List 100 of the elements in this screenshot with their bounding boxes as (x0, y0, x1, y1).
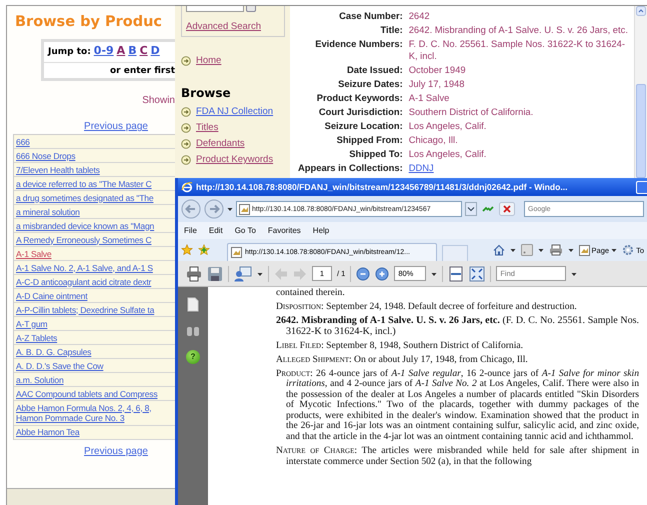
stop-icon[interactable] (499, 202, 515, 216)
list-item-link[interactable]: a device referred to as "The Master C (14, 177, 175, 191)
home-icon[interactable] (492, 244, 505, 256)
document-paragraph: Disposition: September 24, 1948. Default decree of forfeiture and destruction. (276, 302, 578, 313)
field-label: Title: (379, 24, 403, 36)
browse-link[interactable]: Defendants (196, 138, 245, 149)
document-paragraph: Alleged Shipment: On or about July 17, 1948, from Chicago, Ill. (276, 354, 529, 366)
letter-link[interactable]: 0-9 (94, 44, 114, 58)
page-icon (578, 244, 590, 256)
field-label: Date Issued: (346, 64, 403, 77)
list-item-link[interactable]: a drug sometimes designated as "The (14, 191, 175, 205)
field-value: Southern District of California. (408, 106, 534, 119)
previous-page-link[interactable]: Previous page (84, 121, 148, 132)
page-icon (239, 204, 250, 214)
field-value: 2642. Misbranding of A-1 Salve. U. S. v. 26 Jars, etc. (408, 24, 628, 36)
list-item-link[interactable]: Abbe Hamon Formula Nos. 2, 4, 6, 8, Hamon Pommade Cure No. 3 (14, 401, 175, 426)
print-icon[interactable] (186, 266, 202, 282)
zoom-in-icon[interactable] (375, 266, 390, 280)
collection-link[interactable]: DDNJ (408, 162, 628, 175)
fit-width-icon[interactable] (448, 266, 464, 282)
document-heading: 2642. Misbranding of A-1 Salve. U. S. v. 26 Jars, etc. (F. D. C. No. 25561. Sample Nos. 31622-K to 31624-K, incl.) (276, 316, 639, 338)
minimize-button[interactable] (636, 180, 647, 194)
help-button[interactable]: ? (186, 350, 200, 364)
field-label: Shipped To: (348, 148, 403, 161)
field-value: 2642 (408, 10, 431, 22)
print-icon[interactable] (548, 244, 563, 256)
caret-icon[interactable] (227, 205, 233, 213)
browse-link[interactable]: Product Keywords (196, 154, 274, 165)
caret-icon[interactable] (538, 246, 544, 254)
field-value: A-1 Salve (408, 92, 450, 105)
pages-icon[interactable] (187, 297, 199, 312)
favorites-star-icon[interactable] (181, 244, 193, 256)
list-item-link[interactable]: AAC Compound tablets and Compress (14, 387, 175, 401)
browse-link[interactable]: Titles (196, 122, 218, 133)
hint-text: or enter first (110, 66, 175, 76)
add-favorite-icon[interactable] (198, 244, 210, 256)
list-item-link[interactable]: A-1 Salve (14, 247, 175, 261)
page-icon (231, 247, 242, 258)
list-item-link[interactable]: a.m. Solution (14, 373, 175, 387)
field-label: Shipped From: (336, 134, 403, 147)
advanced-search-link[interactable]: Advanced Search (186, 21, 280, 32)
menu-item[interactable]: Favorites (268, 226, 301, 235)
document-paragraph: Product: 26 4-ounce jars of A-1 Salve regular, 16 2-ounce jars of A-1 Salve for minor skin irritations, and 4 2-ounce jars of A-1 Salve No. 2 at Los Angeles, Calif. There were also in the possession of the dealer at Los Angeles a number of placards entitled "Skin Disorders of Mycotic Infections." Two of the placards, together with dummy packages of the products, were exhibited in the dealer's window. Examination showed that the product in the 26-jar and 16-jar lots was an ointment containing sulfur, salicylic acid, and zinc oxide, and that the article in the 4-jar lot was an ointment containing tannic acid and ichthammol. (276, 368, 639, 443)
field-value: Los Angeles, Calif. (408, 148, 488, 161)
menu-item[interactable]: File (184, 226, 197, 235)
field-label: Seizure Location: (324, 120, 403, 133)
list-item-link[interactable]: A Remedy Erroneously Sometimes C (14, 233, 175, 247)
letter-link[interactable]: B (128, 44, 137, 58)
field-label: Case Number: (338, 10, 403, 22)
list-item-link[interactable]: 666 (14, 135, 175, 149)
field-label: Evidence Numbers: (314, 38, 403, 51)
field-value: Chicago, Ill. (408, 134, 459, 147)
caret-icon[interactable] (568, 246, 574, 254)
letter-link[interactable]: A (116, 44, 126, 58)
list-item-link[interactable]: A-Z Tablets (14, 331, 175, 345)
field-value: July 17, 1948 (408, 78, 466, 91)
caret-icon[interactable] (510, 246, 516, 254)
menu-item[interactable]: Go To (234, 226, 256, 235)
list-item-link[interactable]: 666 Nose Drops (14, 149, 175, 163)
arrow-circle-icon (181, 106, 191, 116)
list-item-link[interactable]: A-D Caine ointment (14, 289, 175, 303)
menu-item[interactable]: Help (312, 226, 330, 235)
caret-icon[interactable] (611, 246, 618, 254)
zoom-out-icon[interactable] (356, 266, 370, 280)
field-label: Seizure Dates: (337, 78, 403, 91)
list-item-link[interactable]: a misbranded device known as "Magn (14, 219, 175, 233)
field-value: October 1949 (408, 64, 467, 77)
previous-page-link[interactable]: Previous page (84, 446, 148, 456)
document-paragraph: Libel Filed: September 8, 1948, Southern District of California. (276, 340, 524, 352)
share-icon[interactable] (234, 266, 252, 282)
binoculars-icon[interactable] (186, 325, 200, 337)
menu-item[interactable]: Edit (208, 226, 223, 235)
full-screen-icon[interactable] (469, 266, 486, 282)
list-item-link[interactable]: A-C-D anticoagulant acid citrate dextr (14, 275, 175, 289)
home-link[interactable]: Home (196, 55, 222, 66)
list-item-link[interactable]: A-P-Cillin tablets; Dexedrine Sulfate ta (14, 303, 175, 317)
document-paragraph: contained therein. (276, 288, 346, 299)
field-value: Los Angeles, Calif. (408, 120, 488, 133)
save-icon[interactable] (207, 266, 223, 282)
arrow-circle-icon (181, 56, 191, 66)
section-heading: Browse (181, 86, 232, 100)
list-item-link[interactable]: A. B. D. G. Capsules (14, 345, 175, 359)
results-text: Showin (142, 95, 175, 106)
scrollbar-thumb[interactable] (636, 84, 646, 178)
letter-link[interactable]: D (150, 44, 160, 58)
browser-logo-icon (181, 181, 193, 193)
window-title: http://130.14.108.78:8080/FDANJ_win/bitstream/123456789/11481/3/ddnj02642.pdf - Windo... (196, 182, 569, 192)
list-item-link[interactable]: A-1 Salve No. 2, A-1 Salve, and A-1 S (14, 261, 175, 275)
arrow-circle-icon (181, 138, 191, 148)
scroll-up-icon[interactable] (636, 6, 646, 16)
field-label: Appears in Collections: (298, 162, 403, 175)
list-item-link[interactable]: A-T gum (14, 317, 175, 331)
browse-link[interactable]: FDA NJ Collection (196, 106, 274, 117)
list-item-link[interactable]: A. D. D.'s Save the Cow (14, 359, 175, 373)
list-item-link[interactable]: Abbe Hamon Tea (14, 426, 175, 440)
arrow-circle-icon (181, 154, 191, 164)
list-item-link[interactable]: 7/Eleven Health tablets (14, 163, 175, 177)
letter-link[interactable]: C (140, 44, 148, 58)
list-item-link[interactable]: a mineral solution (14, 205, 175, 219)
gear-icon (622, 244, 634, 256)
